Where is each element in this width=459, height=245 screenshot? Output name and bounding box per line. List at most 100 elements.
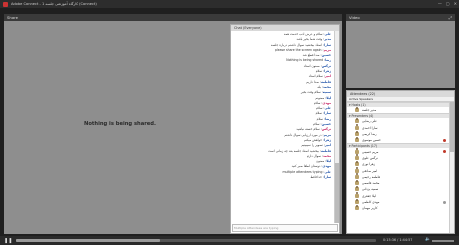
chat-message-text: سلام و عرض ادب خدمت همه bbox=[283, 32, 323, 36]
share-empty-message: Nothing is being shared. bbox=[4, 14, 236, 234]
status-badge-icon bbox=[443, 138, 446, 142]
person-icon bbox=[355, 148, 359, 154]
chat-message-author: سارا bbox=[323, 42, 331, 47]
chat-message-text: دوستان لطفا صبر کنید bbox=[291, 164, 321, 169]
window-controls: — ▢ ✕ bbox=[438, 1, 457, 6]
person-icon bbox=[355, 198, 359, 204]
close-button[interactable]: ✕ bbox=[454, 1, 457, 6]
share-empty-message-text: Nothing is being shared. bbox=[83, 121, 156, 127]
attendee-name: سارا احمدی bbox=[362, 125, 378, 130]
attendee-name: رضا کریمی bbox=[362, 132, 377, 137]
playback-bar: ❚❚ 0:15:36 / 1:44:57 🔈 bbox=[0, 236, 459, 245]
chat-message-author: سارا bbox=[323, 111, 331, 116]
chat-message-author: لیلا bbox=[326, 95, 331, 100]
chat-message-author: مهدی bbox=[322, 100, 331, 105]
chat-message: سارا: خداحافظ bbox=[310, 175, 331, 180]
person-icon bbox=[355, 204, 359, 211]
chat-message-author: مهدی bbox=[322, 164, 331, 169]
chat-message-text: تصویر را نمیبینیم bbox=[301, 143, 323, 148]
attendee-row[interactable]: حسین موسوی bbox=[347, 136, 449, 143]
status-badge-icon bbox=[443, 200, 446, 204]
chat-message-text: سلام bbox=[315, 69, 323, 74]
person-icon bbox=[355, 185, 359, 192]
adobe-connect-icon bbox=[3, 1, 8, 7]
chat-message-author: علی bbox=[324, 169, 331, 174]
attendee-row[interactable]: مدیر جلسه bbox=[347, 106, 449, 113]
playback-progress[interactable] bbox=[16, 239, 376, 242]
chat-pod: Chat (Everyone) علی: سلام و عرض ادب خدمت… bbox=[230, 24, 340, 234]
chat-input-placeholder: Multiple Attendees are typing bbox=[234, 226, 279, 230]
chat-message-text: سلام خسته نباشید bbox=[296, 127, 320, 132]
chat-message-text: خواهش میکنم bbox=[303, 137, 323, 142]
chat-input[interactable]: Multiple Attendees are typing bbox=[232, 224, 338, 232]
attendee-scroll-thumb[interactable] bbox=[450, 102, 454, 152]
chat-message-text: وقت شما بخیر باشد bbox=[296, 37, 323, 42]
attendee-name: امیر صادقی bbox=[362, 168, 378, 173]
chat-scrollbar[interactable] bbox=[334, 31, 339, 223]
chat-message-text: Nothing is being shared bbox=[286, 58, 324, 63]
person-icon bbox=[355, 124, 359, 130]
fullscreen-icon[interactable]: ⤢ bbox=[449, 15, 452, 20]
chat-message-author: حسین bbox=[321, 122, 331, 127]
attendee-name: لیلا جعفری bbox=[362, 193, 376, 198]
attendees-pod-header: Attendees (22) bbox=[347, 91, 454, 97]
chat-message-text: سلام bbox=[314, 100, 321, 105]
maximize-button[interactable]: ▢ bbox=[446, 1, 450, 6]
chat-message-author: مریم bbox=[323, 47, 331, 52]
chat-message-author: فاطمه bbox=[320, 148, 331, 153]
window-title: Adobe Connect - كارگاه آموزشی جلسه 1 (Co… bbox=[11, 2, 97, 6]
chat-messages: علی: سلام و عرض ادب خدمت همه مدیر: وقت شم… bbox=[231, 31, 333, 223]
chat-message-text: استاد ببخشید سوال داشتم درباره جلسه bbox=[270, 42, 322, 47]
chat-message-text: ممنون bbox=[315, 159, 325, 164]
attendee-name: مریم حسینی bbox=[362, 149, 379, 154]
volume-slider[interactable] bbox=[432, 240, 454, 242]
video-pod: Video ⤢ bbox=[346, 14, 455, 88]
chat-message-text: صدا قطع شد bbox=[302, 53, 320, 58]
chat-message-author: رضا bbox=[325, 116, 331, 121]
attendee-name: علی رضایی bbox=[362, 119, 377, 124]
attendees-pod-title: Attendees (22) bbox=[350, 92, 376, 96]
chat-message-text: ببخشید استاد جلسه بعد چه زمانی است bbox=[268, 148, 319, 153]
chat-message-text: سوال دارم bbox=[307, 153, 321, 158]
attendee-name: فاطمه رحیمی bbox=[362, 174, 381, 179]
chat-message-author: محمد bbox=[322, 84, 331, 89]
chat-scroll-thumb[interactable] bbox=[335, 163, 339, 223]
volume-icon[interactable]: 🔈 bbox=[425, 237, 431, 242]
active-speakers-label[interactable]: Active Speakers bbox=[349, 97, 373, 101]
window-titlebar: Adobe Connect - كارگاه آموزشی جلسه 1 (Co… bbox=[0, 0, 459, 8]
person-icon bbox=[355, 192, 359, 198]
pause-button[interactable]: ❚❚ bbox=[4, 238, 12, 244]
playback-progress-fill bbox=[16, 239, 160, 242]
chat-message-text: سلام bbox=[316, 116, 324, 121]
attendee-scrollbar[interactable] bbox=[449, 102, 454, 233]
person-icon bbox=[355, 136, 359, 143]
attendee-name: حسین موسوی bbox=[362, 138, 381, 143]
chat-message-text: خداحافظ bbox=[310, 175, 322, 180]
person-icon bbox=[355, 167, 359, 173]
chat-message-author: علی bbox=[324, 32, 331, 36]
chat-message-text: در مورد ارزیابی سوال داشتم bbox=[284, 132, 322, 137]
playback-timecode: 0:15:36 / 1:44:57 bbox=[383, 238, 413, 242]
attendees-pod: Attendees (22) Active Speakers ▾ Hosts (… bbox=[346, 90, 455, 234]
chat-pod-title: Chat (Everyone) bbox=[234, 26, 262, 30]
chat-message-text: سلام bbox=[316, 106, 323, 111]
chat-message-author: سارا bbox=[323, 175, 331, 180]
chat-message-author: لیلا bbox=[326, 159, 331, 164]
video-pod-header: Video ⤢ bbox=[346, 14, 455, 21]
attendee-name: محمد قاسمی bbox=[362, 181, 380, 186]
chat-message-author: حسین bbox=[321, 53, 331, 58]
minimize-button[interactable]: — bbox=[438, 1, 442, 6]
person-icon bbox=[355, 130, 359, 137]
chat-message-author: محمد bbox=[322, 153, 331, 158]
chat-message-text: ممنونم bbox=[315, 95, 325, 100]
attendee-row[interactable]: کاربر مهمان bbox=[347, 204, 449, 211]
chat-message-author: مریم bbox=[323, 132, 331, 137]
person-icon bbox=[355, 173, 359, 179]
attendee-list: ▾ Hosts (1) مدیر جلسه ▾ Presenters (4) علی … bbox=[347, 102, 449, 233]
attendee-name: مدیر جلسه bbox=[362, 108, 377, 113]
chat-message-text: multiple attendees typing bbox=[282, 169, 323, 174]
person-icon bbox=[355, 106, 359, 113]
person-icon bbox=[355, 160, 359, 167]
video-pod-title: Video bbox=[349, 15, 360, 20]
chat-message-text: سلام استاد bbox=[308, 74, 323, 79]
